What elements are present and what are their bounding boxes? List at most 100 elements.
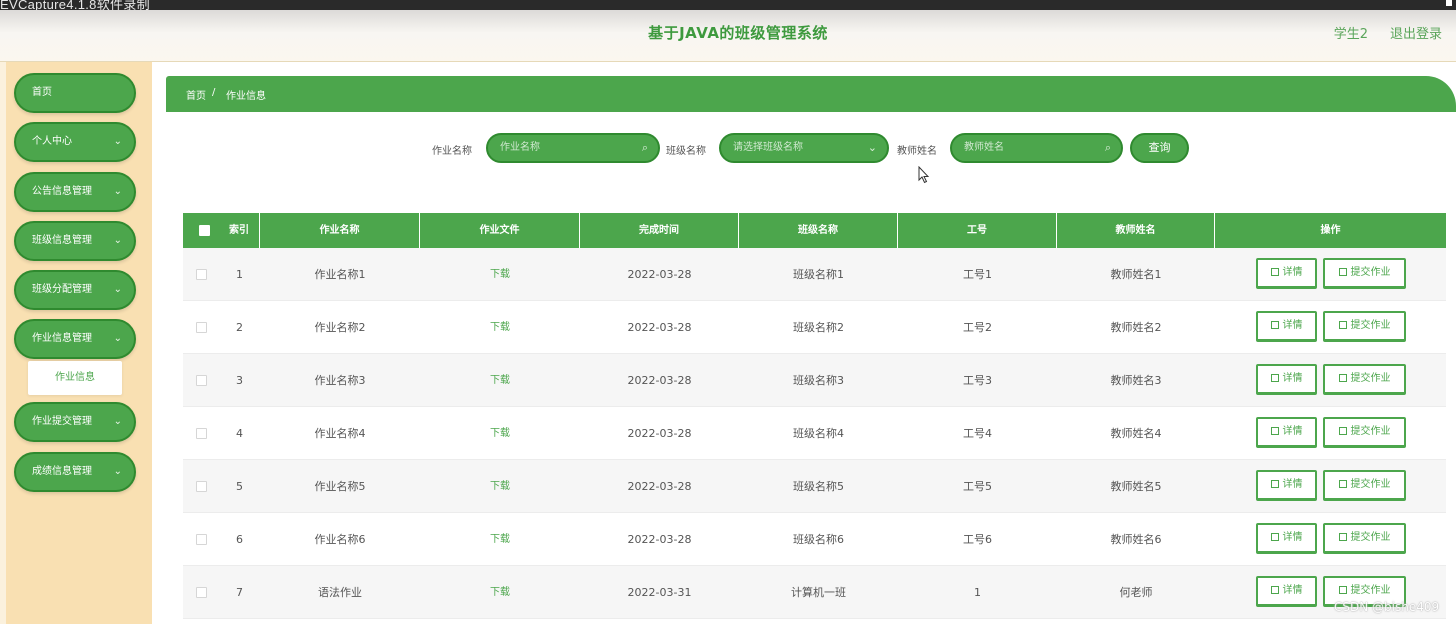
column-header: 班级名称 [739, 213, 898, 248]
submit-button-label: 提交作业 [1350, 373, 1391, 384]
table-row: 5 作业名称5 下载 2022-03-28 班级名称5 工号5 教师姓名5 详情… [183, 460, 1446, 513]
breadcrumb-home[interactable]: 首页 [186, 87, 206, 102]
cell-class-name: 班级名称4 [793, 427, 844, 440]
submit-homework-button[interactable]: 提交作业 [1323, 417, 1406, 448]
row-checkbox[interactable] [196, 587, 207, 598]
submit-icon [1338, 268, 1347, 276]
select-all-checkbox[interactable] [199, 225, 210, 236]
detail-button[interactable]: 详情 [1256, 470, 1317, 501]
column-header: 操作 [1320, 225, 1341, 236]
submit-homework-button[interactable]: 提交作业 [1323, 364, 1406, 395]
detail-icon [1270, 321, 1279, 329]
sidebar-item-class-assignment[interactable]: 班级分配管理 ⌄ [14, 270, 136, 310]
sidebar-item-submission-management[interactable]: 作业提交管理 ⌄ [14, 402, 136, 442]
homework-name-input[interactable]: 作业名称 ⌕ [486, 133, 660, 163]
cell-homework-name: 作业名称5 [314, 480, 366, 493]
download-link[interactable]: 下载 [420, 460, 580, 513]
cell-finish-time: 2022-03-28 [627, 533, 692, 546]
cell-homework-name: 作业名称3 [314, 374, 366, 387]
submenu-homework-info[interactable]: 作业信息 [28, 361, 122, 395]
row-checkbox[interactable] [196, 322, 207, 333]
cell-class-name: 计算机一班 [791, 586, 846, 599]
search-icon: ⌕ [1104, 141, 1111, 154]
sidebar-item-label: 班级分配管理 [32, 284, 92, 295]
sidebar-item-home[interactable]: 首页 [14, 73, 136, 113]
teacher-name-input[interactable]: 教师姓名 ⌕ [950, 133, 1123, 163]
cell-index: 4 [236, 427, 243, 440]
cell-finish-time: 2022-03-28 [627, 268, 692, 281]
sidebar-item-notice-management[interactable]: 公告信息管理 ⌄ [14, 172, 136, 212]
logout-link[interactable]: 退出登录 [1390, 23, 1442, 42]
row-checkbox[interactable] [196, 269, 207, 280]
submit-homework-button[interactable]: 提交作业 [1323, 470, 1406, 501]
detail-button[interactable]: 详情 [1256, 258, 1317, 289]
cell-class-name: 班级名称2 [793, 321, 844, 334]
teacher-name-placeholder: 教师姓名 [964, 142, 1004, 153]
cell-teacher-name: 教师姓名3 [1110, 374, 1162, 387]
cell-class-name: 班级名称5 [793, 480, 844, 493]
download-link[interactable]: 下载 [420, 513, 580, 566]
cell-index: 5 [236, 480, 243, 493]
class-name-select[interactable]: 请选择班级名称 ⌄ [719, 133, 889, 163]
cell-homework-name: 作业名称6 [314, 533, 366, 546]
cell-homework-name: 作业名称2 [314, 321, 366, 334]
row-checkbox[interactable] [196, 481, 207, 492]
cell-finish-time: 2022-03-28 [627, 321, 692, 334]
capture-close-icon[interactable] [1446, 0, 1452, 6]
submit-icon [1338, 586, 1347, 594]
sidebar-item-label: 成绩信息管理 [32, 466, 92, 477]
detail-icon [1270, 374, 1279, 382]
submit-icon [1338, 480, 1347, 488]
table-row: 2 作业名称2 下载 2022-03-28 班级名称2 工号2 教师姓名2 详情… [183, 301, 1446, 354]
submit-icon [1338, 427, 1347, 435]
table-row: 1 作业名称1 下载 2022-03-28 班级名称1 工号1 教师姓名1 详情… [183, 248, 1446, 301]
detail-button-label: 详情 [1282, 585, 1303, 596]
capture-title-bar: EVCapture4.1.8软件录制 [0, 0, 1456, 10]
submit-homework-button[interactable]: 提交作业 [1323, 311, 1406, 342]
detail-button[interactable]: 详情 [1256, 364, 1317, 395]
chevron-down-icon: ⌄ [113, 284, 122, 295]
cell-homework-name: 作业名称1 [314, 268, 366, 281]
row-checkbox[interactable] [196, 428, 207, 439]
detail-button-label: 详情 [1282, 479, 1303, 490]
table-row: 7 语法作业 下载 2022-03-31 计算机一班 1 何老师 详情 提交作业 [183, 566, 1446, 619]
detail-button[interactable]: 详情 [1256, 523, 1317, 554]
submit-button-label: 提交作业 [1350, 426, 1391, 437]
cell-job-number: 工号5 [963, 480, 992, 493]
download-link[interactable]: 下载 [420, 354, 580, 407]
detail-button[interactable]: 详情 [1256, 417, 1317, 448]
detail-button-label: 详情 [1282, 373, 1303, 384]
submit-button-label: 提交作业 [1350, 267, 1391, 278]
submit-homework-button[interactable]: 提交作业 [1323, 523, 1406, 554]
sidebar-item-homework-management[interactable]: 作业信息管理 ⌄ [14, 319, 136, 359]
detail-button[interactable]: 详情 [1256, 576, 1317, 607]
column-header: 索引 [219, 213, 260, 248]
chevron-down-icon: ⌄ [113, 466, 122, 477]
sidebar-item-label: 班级信息管理 [32, 235, 92, 246]
column-header: 完成时间 [580, 213, 739, 248]
detail-icon [1270, 586, 1279, 594]
submit-homework-button[interactable]: 提交作业 [1323, 258, 1406, 289]
row-checkbox[interactable] [196, 375, 207, 386]
download-link[interactable]: 下载 [420, 248, 580, 301]
submit-icon [1338, 533, 1347, 541]
sidebar-item-label: 作业提交管理 [32, 416, 92, 427]
sidebar-item-class-management[interactable]: 班级信息管理 ⌄ [14, 221, 136, 261]
download-link[interactable]: 下载 [420, 407, 580, 460]
homework-name-label: 作业名称 [432, 146, 472, 157]
cell-class-name: 班级名称1 [793, 268, 844, 281]
cell-finish-time: 2022-03-28 [627, 427, 692, 440]
query-button[interactable]: 查询 [1130, 133, 1189, 163]
sidebar-edge [0, 62, 6, 624]
download-link[interactable]: 下载 [420, 301, 580, 354]
download-link[interactable]: 下载 [420, 566, 580, 619]
sidebar-item-grade-management[interactable]: 成绩信息管理 ⌄ [14, 452, 136, 492]
class-name-placeholder: 请选择班级名称 [733, 142, 803, 153]
detail-button-label: 详情 [1282, 426, 1303, 437]
sidebar-item-personal-center[interactable]: 个人中心 ⌄ [14, 122, 136, 162]
detail-icon [1270, 533, 1279, 541]
chevron-down-icon: ⌄ [867, 141, 877, 154]
detail-button[interactable]: 详情 [1256, 311, 1317, 342]
cell-index: 1 [236, 268, 243, 281]
row-checkbox[interactable] [196, 534, 207, 545]
